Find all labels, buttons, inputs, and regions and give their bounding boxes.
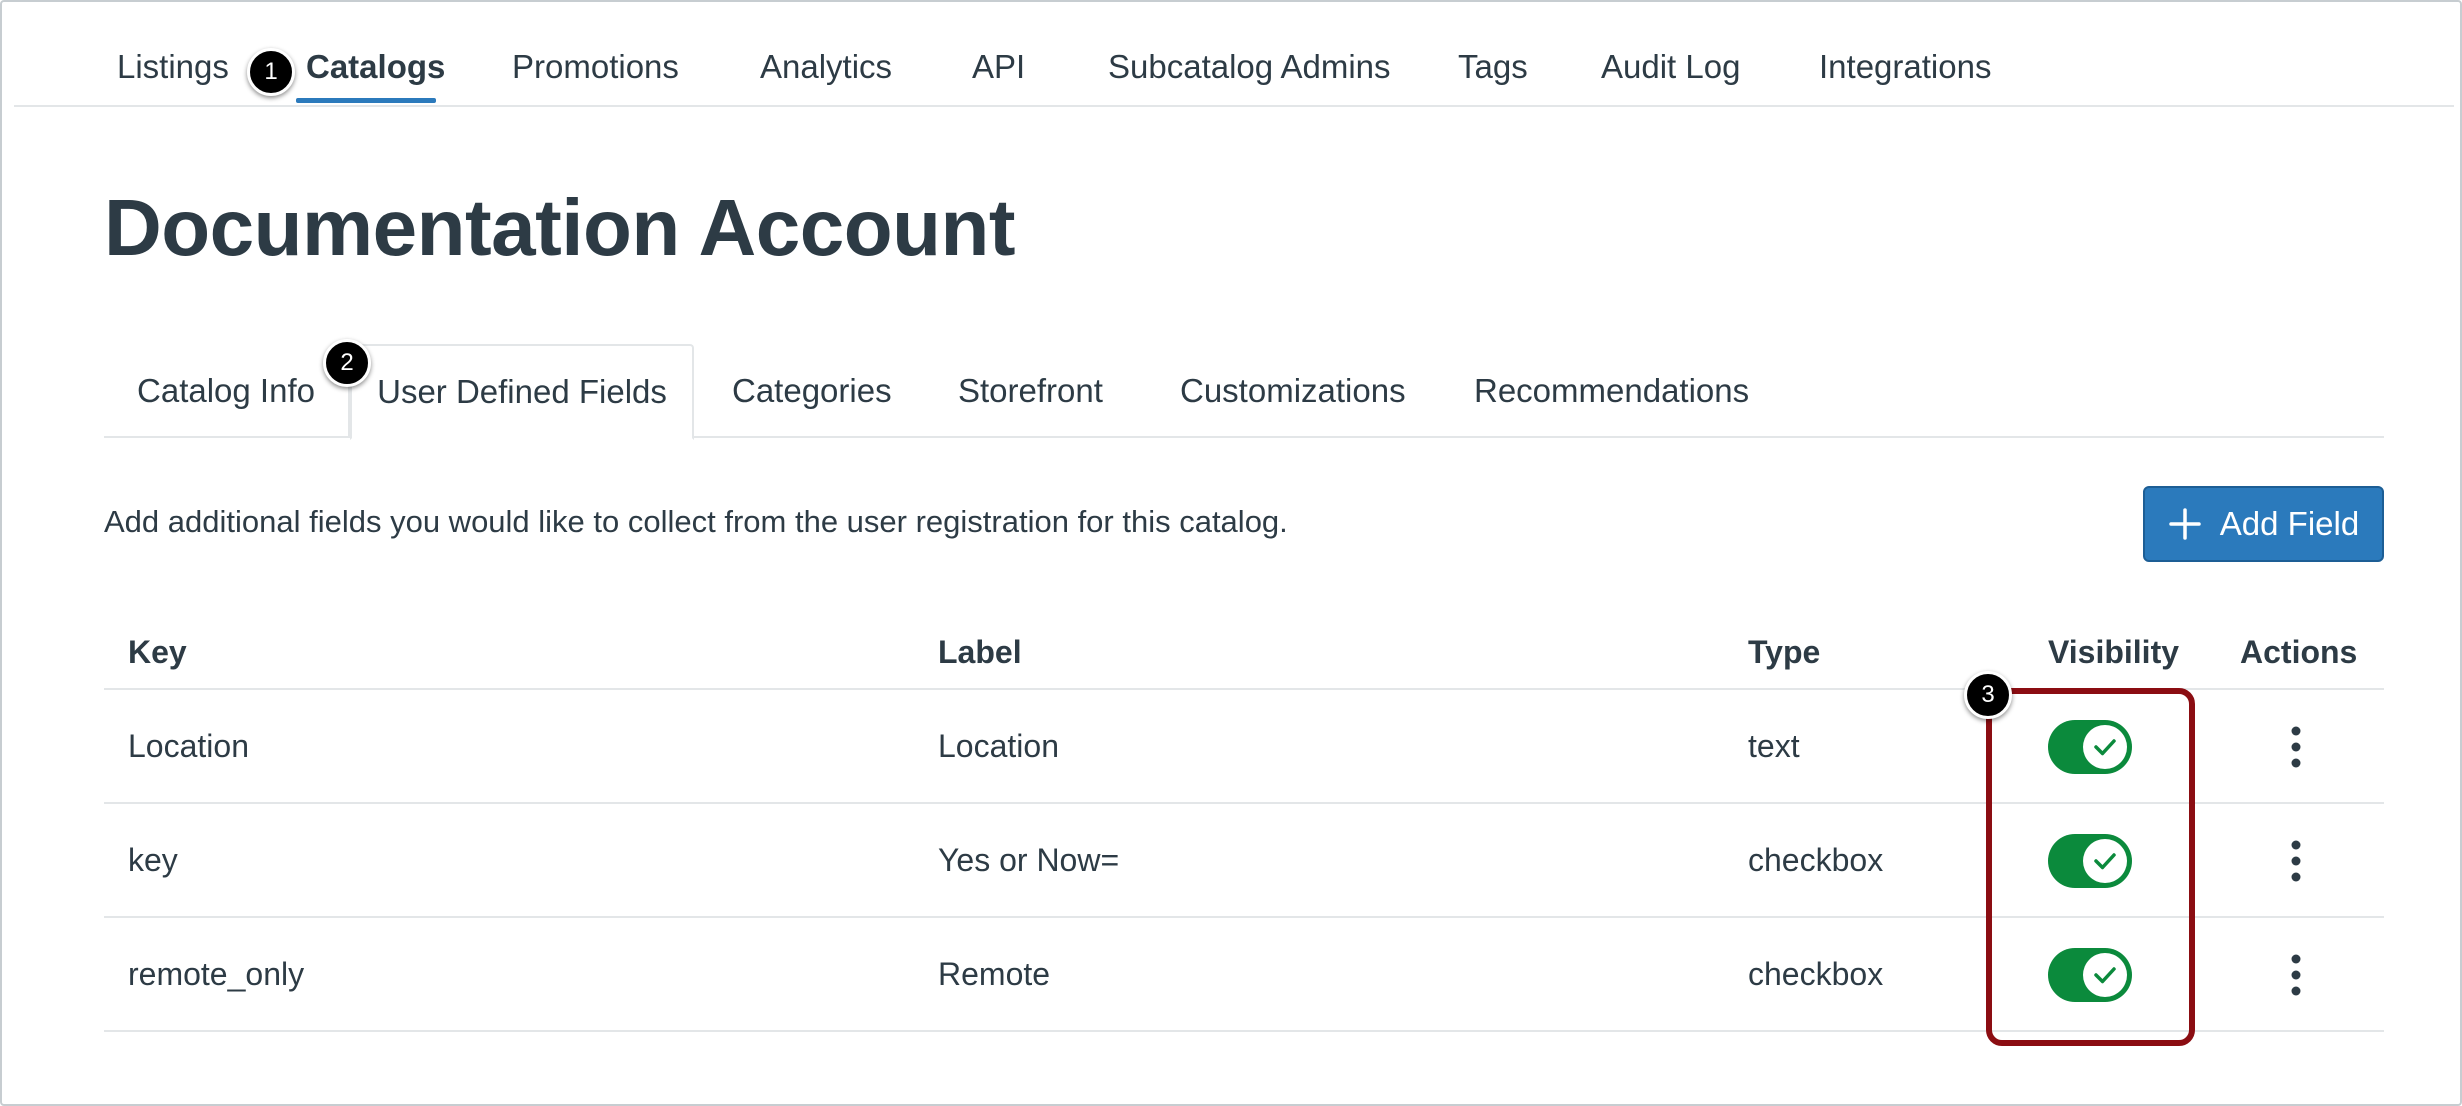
app-frame: Listings Catalogs Promotions Analytics A… <box>0 0 2462 1106</box>
nav-item-integrations[interactable]: Integrations <box>1819 48 1991 86</box>
tab-storefront[interactable]: Storefront <box>958 344 1103 438</box>
cell-type: checkbox <box>1748 956 1884 992</box>
tab-categories[interactable]: Categories <box>732 344 892 438</box>
tab-label: Catalog Info <box>137 372 315 409</box>
vertical-dots-icon <box>2291 840 2301 882</box>
row-actions-button[interactable] <box>2276 834 2316 888</box>
nav-item-catalogs[interactable]: Catalogs <box>306 48 445 86</box>
add-field-label: Add Field <box>2219 505 2360 542</box>
nav-item-promotions[interactable]: Promotions <box>512 48 679 86</box>
callout-badge-3: 3 <box>1964 671 2012 719</box>
row-actions-button[interactable] <box>2276 948 2316 1002</box>
cell-type: text <box>1748 728 1800 764</box>
nav-item-audit-log[interactable]: Audit Log <box>1601 48 1740 86</box>
tab-label: Storefront <box>958 372 1103 409</box>
visibility-highlight-box <box>1986 688 2195 1046</box>
table-header: Key Label Type Visibility Actions <box>104 610 2384 690</box>
header-type: Type <box>1748 634 1821 670</box>
nav-item-tags[interactable]: Tags <box>1458 48 1528 86</box>
cell-type: checkbox <box>1748 842 1884 878</box>
catalog-sub-tabs: Catalog Info User Defined Fields Categor… <box>104 344 2384 440</box>
nav-item-subcatalog-admins[interactable]: Subcatalog Admins <box>1108 48 1391 86</box>
nav-item-api[interactable]: API <box>972 48 1025 86</box>
header-key: Key <box>128 634 187 670</box>
vertical-dots-icon <box>2291 726 2301 768</box>
cell-key: key <box>128 842 178 878</box>
fields-description: Add additional fields you would like to … <box>104 504 1288 539</box>
tab-label: User Defined Fields <box>377 373 667 410</box>
cell-key: Location <box>128 728 249 764</box>
row-actions-button[interactable] <box>2276 720 2316 774</box>
header-actions: Actions <box>2240 634 2358 670</box>
header-label: Label <box>938 634 1022 670</box>
header-visibility: Visibility <box>2048 634 2180 670</box>
tab-recommendations[interactable]: Recommendations <box>1474 344 1749 438</box>
cell-label: Remote <box>938 956 1051 992</box>
vertical-dots-icon <box>2291 954 2301 996</box>
callout-badge-1: 1 <box>247 48 295 96</box>
top-navigation: Listings Catalogs Promotions Analytics A… <box>14 2 2454 107</box>
cell-key: remote_only <box>128 956 305 992</box>
nav-item-listings[interactable]: Listings <box>117 48 229 86</box>
plus-icon <box>2169 508 2201 540</box>
tab-catalog-info[interactable]: Catalog Info <box>104 344 350 438</box>
add-field-button[interactable]: Add Field <box>2143 486 2384 562</box>
active-tab-indicator <box>296 98 436 103</box>
callout-badge-2: 2 <box>323 339 371 387</box>
tab-label: Categories <box>732 372 892 409</box>
tab-label: Recommendations <box>1474 372 1750 409</box>
nav-item-analytics[interactable]: Analytics <box>760 48 892 86</box>
tab-label: Customizations <box>1180 372 1406 409</box>
page-title: Documentation Account <box>104 183 1015 272</box>
tab-user-defined-fields[interactable]: User Defined Fields <box>350 344 694 440</box>
cell-label: Yes or Now= <box>938 842 1120 878</box>
cell-label: Location <box>938 728 1059 764</box>
tab-customizations[interactable]: Customizations <box>1180 344 1406 438</box>
